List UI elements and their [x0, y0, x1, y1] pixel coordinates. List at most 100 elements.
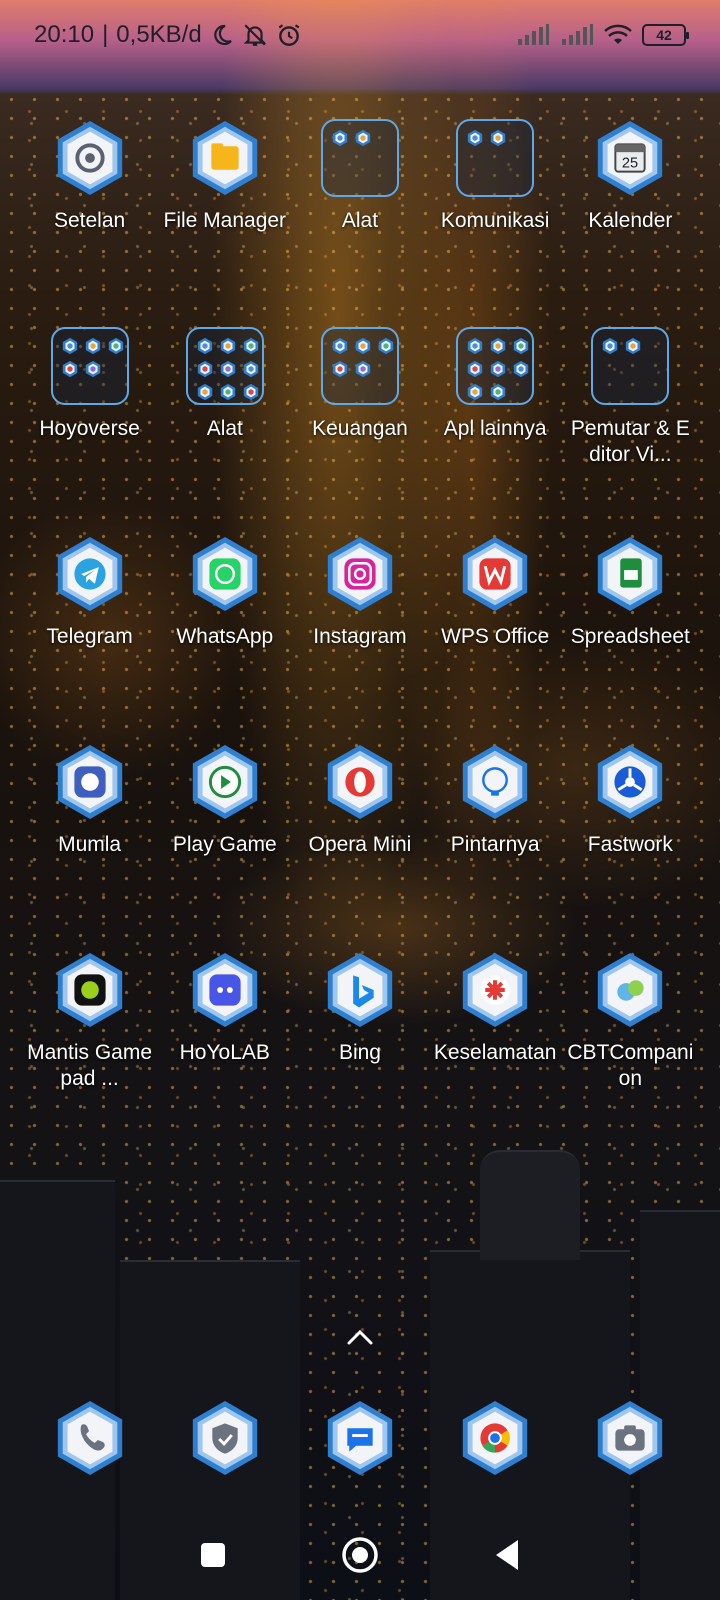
app-label: WPS Office [441, 625, 550, 648]
moon-icon [210, 23, 234, 47]
app-label: File Manager [163, 209, 287, 232]
folder-mini-app-icon [354, 129, 372, 147]
app-bing[interactable]: Bing [292, 950, 427, 1158]
folder-apl-lainnya[interactable]: Apl lainnya [428, 326, 563, 534]
folder-preview [320, 327, 399, 405]
app-label: Alat [341, 209, 379, 232]
app-label: Pintarnya [450, 833, 540, 856]
home-button[interactable] [335, 1530, 385, 1580]
muted-bell-icon [242, 22, 268, 48]
folder-mini-app-icon [512, 337, 530, 355]
app-play-game[interactable]: Play Game [157, 742, 292, 950]
dock [22, 1398, 698, 1488]
app-label: Telegram [46, 625, 133, 648]
dock-messages[interactable] [292, 1398, 427, 1488]
folder-preview [456, 327, 535, 405]
folder-preview [456, 119, 535, 197]
folder-mini-app-icon [466, 337, 484, 355]
app-kalender[interactable]: 25 Kalender [563, 118, 698, 326]
app-fastwork[interactable]: Fastwork [563, 742, 698, 950]
app-label: Mumla [58, 833, 122, 856]
app-instagram[interactable]: Instagram [292, 534, 427, 742]
folder-mini-app-icon [61, 360, 79, 378]
app-setelan[interactable]: Setelan [22, 118, 157, 326]
messages-icon [320, 1398, 400, 1478]
folder-mini-app-icon [196, 383, 214, 401]
folder-mini-app-icon [219, 383, 237, 401]
safety-icon [455, 950, 535, 1030]
app-label: Play Game [172, 833, 277, 856]
folder-icon [455, 118, 535, 198]
app-mantis-gamepad[interactable]: Mantis Gamepad ... [22, 950, 157, 1158]
folder-mini-app-icon [354, 360, 372, 378]
app-whatsapp[interactable]: WhatsApp [157, 534, 292, 742]
folder-keuangan[interactable]: Keuangan [292, 326, 427, 534]
app-opera-mini[interactable]: Opera Mini [292, 742, 427, 950]
dock-camera[interactable] [563, 1398, 698, 1488]
app-file-manager[interactable]: File Manager [157, 118, 292, 326]
app-telegram[interactable]: Telegram [22, 534, 157, 742]
back-button[interactable] [482, 1530, 532, 1580]
recents-button[interactable] [188, 1530, 238, 1580]
folder-mini-app-icon [331, 337, 349, 355]
app-label: Hoyoverse [39, 417, 140, 440]
app-label: Mantis Gamepad ... [27, 1041, 153, 1090]
folder-alat[interactable]: Alat [157, 326, 292, 534]
app-keselamatan[interactable]: Keselamatan [428, 950, 563, 1158]
folder-mini-app-icon [512, 360, 530, 378]
dock-chrome[interactable] [428, 1398, 563, 1488]
status-time: 20:10 [34, 21, 95, 48]
folder-mini-app-icon [219, 360, 237, 378]
folder-mini-app-icon [61, 337, 79, 355]
folder-preview [591, 327, 670, 405]
folder-mini-app-icon [331, 129, 349, 147]
mumla-icon [50, 742, 130, 822]
mantis-gamepad-icon [50, 950, 130, 1030]
folder-mini-app-icon [624, 337, 642, 355]
bing-icon [320, 950, 400, 1030]
folder-icon [590, 326, 670, 406]
app-label: Fastwork [587, 833, 673, 856]
app-cbtcompanion[interactable]: CBTCompanion [563, 950, 698, 1158]
calendar-icon: 25 [590, 118, 670, 198]
battery-level: 42 [656, 27, 672, 43]
dock-security-shield[interactable] [157, 1398, 292, 1488]
spreadsheet-icon [590, 534, 670, 614]
folder-mini-app-icon [107, 337, 125, 355]
app-label: Spreadsheet [570, 625, 690, 648]
app-label: Kalender [588, 209, 673, 232]
folder-mini-app-icon [466, 383, 484, 401]
folder-mini-app-icon [354, 337, 372, 355]
wifi-icon [604, 24, 632, 46]
app-wps-office[interactable]: WPS Office [428, 534, 563, 742]
folder-mini-app-icon [377, 337, 395, 355]
folder-alat[interactable]: Alat [292, 118, 427, 326]
app-label: Alat [206, 417, 243, 440]
status-bar: 20:10 | 0,5KB/d 42 [0, 0, 720, 70]
folder-pemutar-editor-vi[interactable]: Pemutar & Editor Vi... [563, 326, 698, 534]
app-spreadsheet[interactable]: Spreadsheet [563, 534, 698, 742]
fastwork-icon [590, 742, 670, 822]
battery-icon: 42 [642, 24, 689, 46]
app-label: Instagram [313, 625, 407, 648]
dock-phone[interactable] [22, 1398, 157, 1488]
app-mumla[interactable]: Mumla [22, 742, 157, 950]
folder-mini-app-icon [219, 337, 237, 355]
app-label: WhatsApp [176, 625, 274, 648]
folder-komunikasi[interactable]: Komunikasi [428, 118, 563, 326]
folder-preview [50, 327, 129, 405]
app-pintarnya[interactable]: Pintarnya [428, 742, 563, 950]
chrome-icon [455, 1398, 535, 1478]
folder-mini-app-icon [331, 360, 349, 378]
folder-mini-app-icon [489, 337, 507, 355]
folder-mini-app-icon [489, 360, 507, 378]
app-drawer-chevron-up-icon[interactable] [340, 1322, 380, 1352]
app-label: Opera Mini [308, 833, 412, 856]
folder-hoyoverse[interactable]: Hoyoverse [22, 326, 157, 534]
folder-icon [320, 118, 400, 198]
app-hoyolab[interactable]: HoYoLAB [157, 950, 292, 1158]
calendar-date-badge: 25 [622, 156, 638, 172]
opera-mini-icon [320, 742, 400, 822]
folder-icon [455, 326, 535, 406]
app-label: Apl lainnya [443, 417, 547, 440]
